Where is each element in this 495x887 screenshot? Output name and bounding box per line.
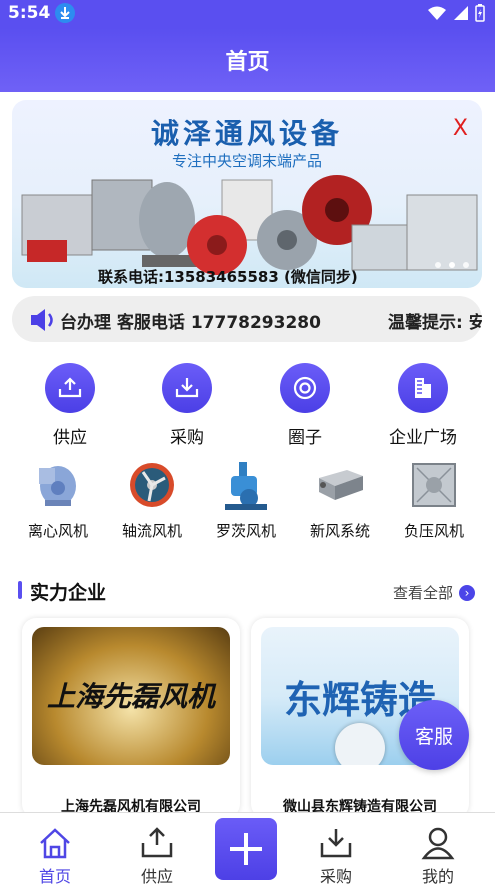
category-roots-blower[interactable]: 罗茨风机	[201, 460, 291, 541]
upload-tray-icon	[141, 827, 173, 858]
upload-tray-icon	[45, 363, 95, 413]
fresh-air-unit-icon	[313, 460, 367, 512]
customer-service-button[interactable]: 客服	[399, 700, 469, 770]
status-bar: 5:54	[0, 0, 495, 28]
view-all-label: 查看全部	[392, 584, 453, 602]
chevron-right-icon: ›	[459, 584, 475, 601]
status-icons	[427, 4, 485, 22]
company-card-1[interactable]: 上海先磊风机 上海先磊风机有限公司	[22, 618, 240, 818]
building-icon	[398, 363, 448, 413]
notice-marquee[interactable]: 台办理 客服电话 17778293280 温馨提示: 安	[12, 296, 482, 342]
notice-text: 台办理 客服电话 17778293280	[60, 313, 321, 333]
target-icon	[280, 363, 330, 413]
download-tray-icon	[320, 829, 352, 858]
category-centrifugal-fan[interactable]: 离心风机	[13, 460, 103, 541]
battery-icon	[475, 4, 485, 22]
quick-action-purchase[interactable]: 采购	[152, 363, 222, 448]
section-accent-bar	[18, 581, 22, 599]
signal-icon	[454, 6, 468, 20]
quick-action-enterprise-square[interactable]: 企业广场	[388, 363, 458, 448]
category-fresh-air-system[interactable]: 新风系统	[295, 460, 385, 541]
quick-action-supply[interactable]: 供应	[35, 363, 105, 448]
category-label: 新风系统	[309, 522, 370, 540]
quick-action-label: 企业广场	[389, 428, 457, 448]
category-axial-fan[interactable]: 轴流风机	[107, 460, 197, 541]
company-image: 上海先磊风机	[32, 627, 230, 765]
user-icon	[421, 827, 455, 860]
page-title: 首页	[225, 50, 270, 75]
download-tray-icon	[162, 363, 212, 413]
company-image-text: 上海先磊风机	[46, 680, 215, 713]
tab-label: 采购	[319, 867, 352, 886]
category-label: 负压风机	[403, 522, 464, 540]
banner-phone: 联系电话:13583465583 (微信同步)	[98, 268, 358, 286]
section-title: 实力企业	[30, 582, 107, 604]
roots-blower-icon	[219, 460, 273, 512]
pager-dot	[463, 262, 469, 268]
quick-action-circle[interactable]: 圈子	[270, 363, 340, 448]
banner-products-image	[21, 175, 478, 275]
category-label: 罗茨风机	[215, 522, 276, 540]
publish-plus-button[interactable]	[215, 818, 277, 880]
wifi-icon	[428, 6, 446, 20]
centrifugal-fan-icon	[31, 460, 85, 512]
view-all-link[interactable]: 查看全部 ›	[393, 582, 475, 603]
pager-dot	[435, 262, 441, 268]
category-label: 离心风机	[27, 522, 88, 540]
tab-mine[interactable]: 我的	[393, 813, 483, 886]
top-app-bar: 首页	[0, 28, 495, 92]
home-icon	[40, 828, 70, 859]
negative-pressure-fan-icon	[407, 460, 461, 512]
promo-banner[interactable]: 诚泽通风设备 专注中央空调末端产品 X 联系电话:13583465583 (微信…	[12, 100, 482, 288]
category-negative-pressure-fan[interactable]: 负压风机	[389, 460, 479, 541]
tab-purchase[interactable]: 采购	[291, 813, 381, 886]
download-notification-icon	[55, 3, 75, 23]
pager-dot-active	[449, 262, 455, 268]
tab-label: 首页	[38, 867, 71, 886]
quick-action-label: 圈子	[288, 428, 322, 448]
notice-text-2: 温馨提示: 安	[388, 313, 482, 333]
quick-action-label: 采购	[170, 428, 204, 448]
plus-icon	[230, 833, 262, 865]
tab-home[interactable]: 首页	[10, 813, 100, 886]
tab-label: 我的	[421, 867, 454, 886]
company-logo	[335, 723, 385, 765]
status-time: 5:54	[8, 3, 51, 23]
category-label: 轴流风机	[121, 522, 182, 540]
speaker-icon	[28, 306, 58, 338]
axial-fan-icon	[125, 460, 179, 512]
tab-label: 供应	[140, 867, 173, 886]
tab-supply[interactable]: 供应	[112, 813, 202, 886]
quick-action-label: 供应	[53, 428, 87, 448]
banner-pager	[435, 262, 469, 268]
